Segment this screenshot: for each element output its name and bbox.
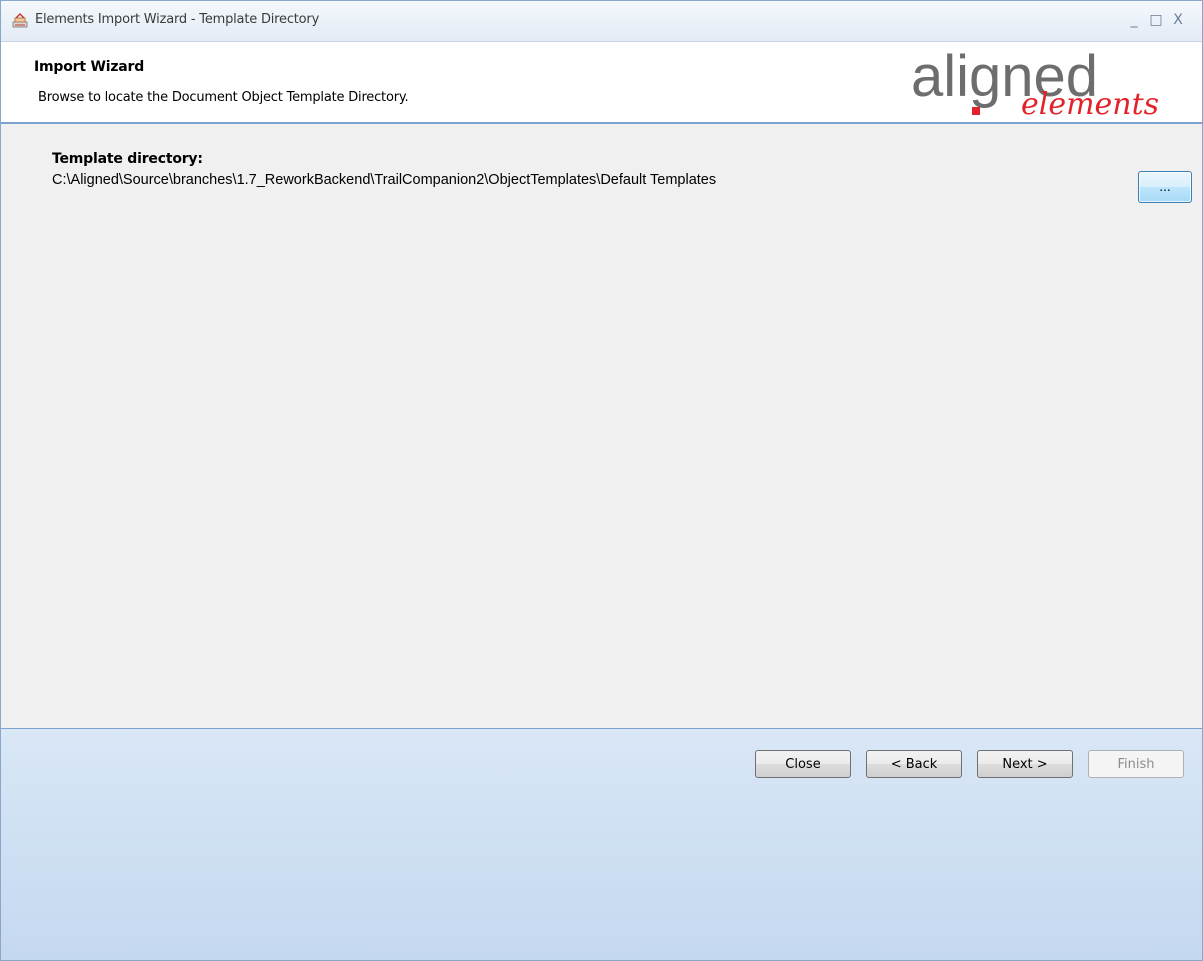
wizard-title: Import Wizard: [34, 59, 145, 75]
window-title: Elements Import Wizard - Template Direct…: [35, 12, 320, 27]
app-icon: [12, 13, 28, 28]
template-directory-path: C:\Aligned\Source\branches\1.7_ReworkBac…: [52, 172, 717, 188]
wizard-header: Import Wizard Browse to locate the Docum…: [1, 42, 1202, 124]
close-button[interactable]: Close: [755, 750, 851, 778]
finish-button[interactable]: Finish: [1088, 750, 1184, 778]
back-button[interactable]: < Back: [866, 750, 962, 778]
browse-button[interactable]: ...: [1138, 171, 1192, 203]
content-area: Template directory: C:\Aligned\Source\br…: [1, 124, 1202, 728]
minimize-icon[interactable]: _: [1125, 11, 1143, 29]
next-button[interactable]: Next >: [977, 750, 1073, 778]
logo-script-text: elements: [1021, 87, 1159, 120]
close-icon[interactable]: X: [1169, 11, 1187, 29]
aligned-elements-logo: aligned elements: [911, 44, 1159, 120]
maximize-icon[interactable]: □: [1147, 11, 1165, 29]
title-bar[interactable]: Elements Import Wizard - Template Direct…: [1, 1, 1202, 42]
wizard-subtitle: Browse to locate the Document Object Tem…: [38, 90, 409, 105]
logo-accent-dot: [972, 107, 980, 115]
import-wizard-window: Elements Import Wizard - Template Direct…: [0, 0, 1203, 961]
wizard-footer: Close < Back Next > Finish: [1, 728, 1202, 960]
template-directory-label: Template directory:: [52, 151, 203, 167]
